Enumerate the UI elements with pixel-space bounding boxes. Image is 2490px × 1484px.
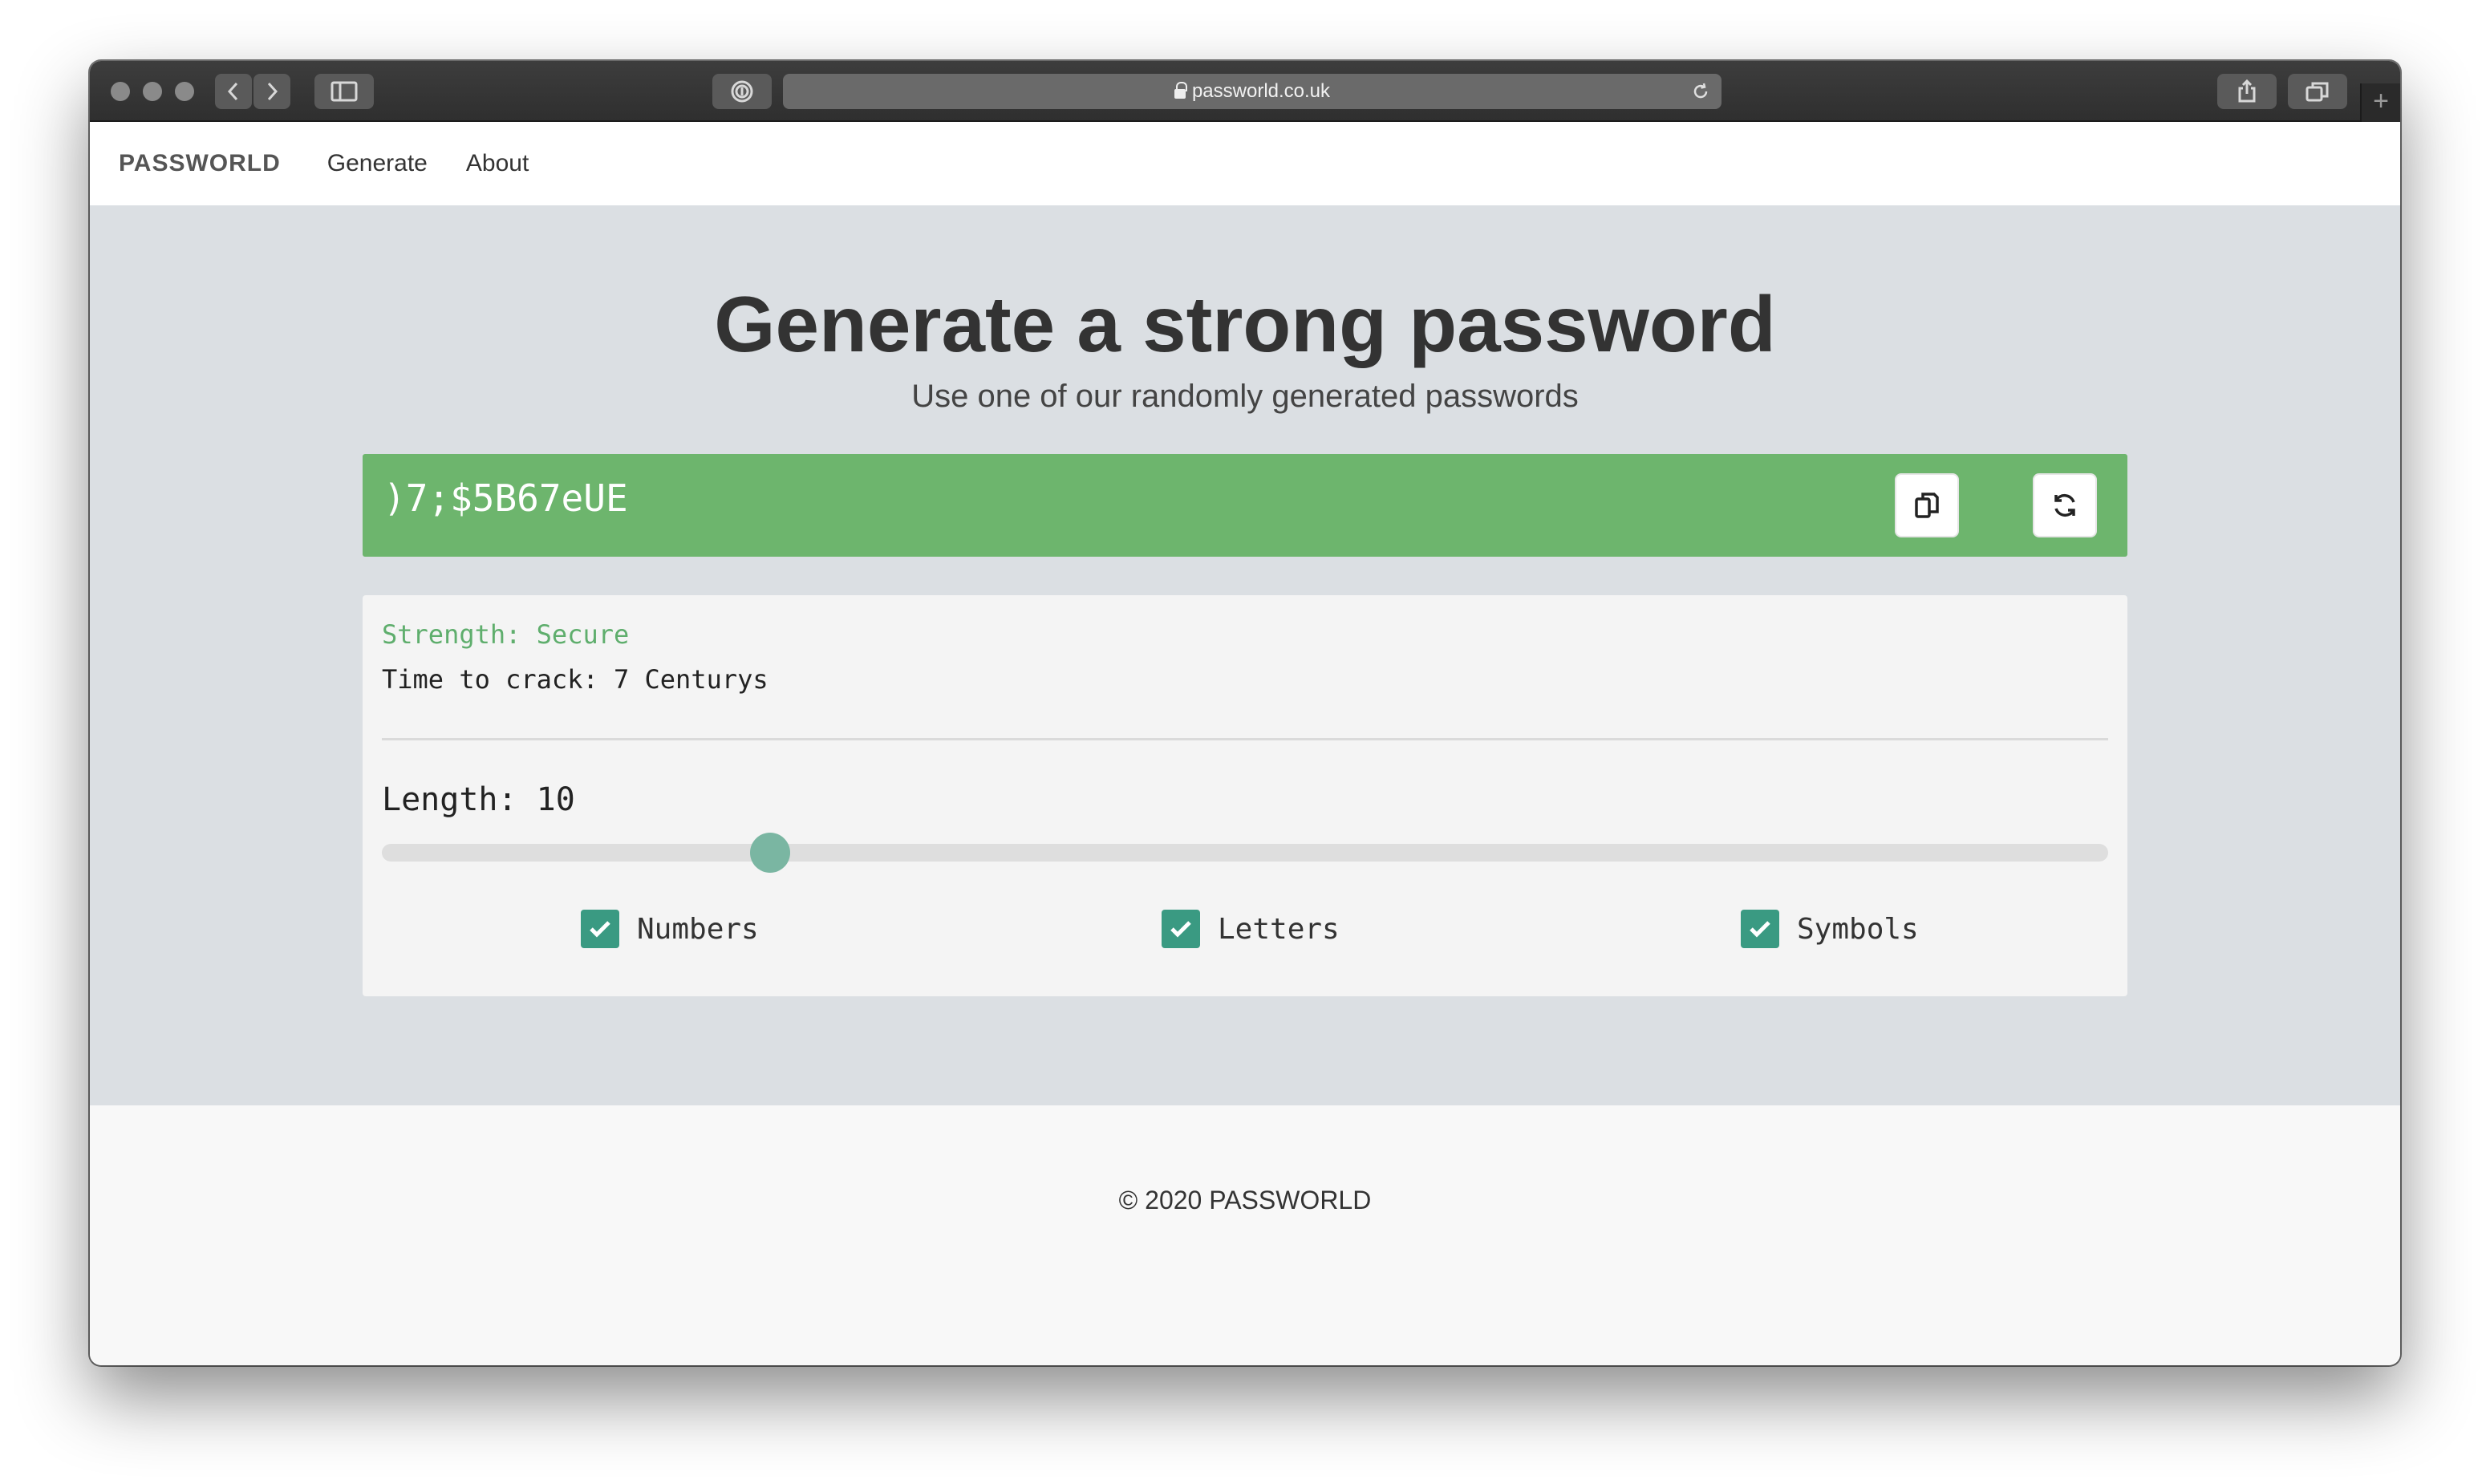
- crack-time: Time to crack: 7 Centurys: [382, 664, 768, 695]
- minimize-window-button[interactable]: [143, 82, 162, 101]
- hero-section: Generate a strong password Use one of ou…: [90, 205, 2400, 1105]
- new-tab-button[interactable]: +: [2360, 83, 2400, 122]
- generated-password[interactable]: )7;$5B67eUE: [383, 476, 628, 520]
- options-panel: Strength: Secure Time to crack: 7 Centur…: [363, 595, 2127, 996]
- address-bar[interactable]: passworld.co.uk: [783, 74, 1722, 109]
- divider: [382, 738, 2108, 740]
- brand-logo[interactable]: PASSWORLD: [119, 150, 281, 177]
- back-button[interactable]: [215, 74, 252, 109]
- tabs-overview-button[interactable]: [2288, 74, 2347, 109]
- checkmark-icon: [1170, 921, 1191, 938]
- symbols-label: Symbols: [1797, 912, 1919, 946]
- zoom-window-button[interactable]: [175, 82, 194, 101]
- plus-icon: +: [2373, 86, 2389, 116]
- numbers-checkbox[interactable]: Numbers: [581, 910, 759, 948]
- page-title: Generate a strong password: [714, 280, 1776, 368]
- footer: © 2020 PASSWORLD: [90, 1105, 2400, 1365]
- checkmark-icon: [1750, 921, 1770, 938]
- checkbox-checked[interactable]: [1162, 910, 1200, 948]
- forward-button[interactable]: [253, 74, 290, 109]
- reload-icon[interactable]: [1691, 82, 1710, 101]
- length-label: Length: 10: [382, 781, 575, 818]
- chevron-left-icon: [227, 82, 238, 101]
- chevron-right-icon: [267, 82, 278, 101]
- symbols-checkbox[interactable]: Symbols: [1741, 910, 1919, 948]
- sidebar-icon: [331, 81, 358, 102]
- browser-toolbar: passworld.co.uk +: [90, 61, 2400, 122]
- letters-checkbox[interactable]: Letters: [1162, 910, 1340, 948]
- length-slider-track[interactable]: [382, 844, 2108, 862]
- tabs-icon: [2305, 82, 2329, 102]
- page-subtitle: Use one of our randomly generated passwo…: [911, 379, 1579, 414]
- refresh-icon: [2054, 493, 2075, 517]
- password-manager-button[interactable]: [712, 74, 772, 109]
- length-slider-thumb[interactable]: [750, 833, 791, 873]
- nav-link-about[interactable]: About: [466, 150, 529, 177]
- password-manager-icon: [731, 80, 753, 103]
- site-navbar: PASSWORLD Generate About: [90, 122, 2400, 205]
- checkbox-checked[interactable]: [1741, 910, 1779, 948]
- numbers-label: Numbers: [637, 912, 759, 946]
- password-display: )7;$5B67eUE: [363, 454, 2127, 557]
- share-button[interactable]: [2217, 74, 2277, 109]
- copy-button[interactable]: [1895, 473, 1959, 537]
- nav-link-generate[interactable]: Generate: [327, 150, 428, 177]
- share-icon: [2238, 79, 2256, 103]
- sidebar-toggle-button[interactable]: [314, 74, 374, 109]
- lock-icon: [1174, 82, 1187, 99]
- checkbox-checked[interactable]: [581, 910, 619, 948]
- strength-label: Strength: Secure: [382, 619, 630, 650]
- checkmark-icon: [590, 921, 610, 938]
- letters-label: Letters: [1218, 912, 1340, 946]
- close-window-button[interactable]: [111, 82, 130, 101]
- copyright-text: © 2020 PASSWORLD: [1118, 1186, 1372, 1214]
- regenerate-button[interactable]: [2033, 473, 2097, 537]
- browser-window: passworld.co.uk + PASSWORLD Generate Abo…: [90, 61, 2400, 1365]
- copy-icon: [1915, 493, 1939, 518]
- url-text: passworld.co.uk: [1191, 80, 1331, 102]
